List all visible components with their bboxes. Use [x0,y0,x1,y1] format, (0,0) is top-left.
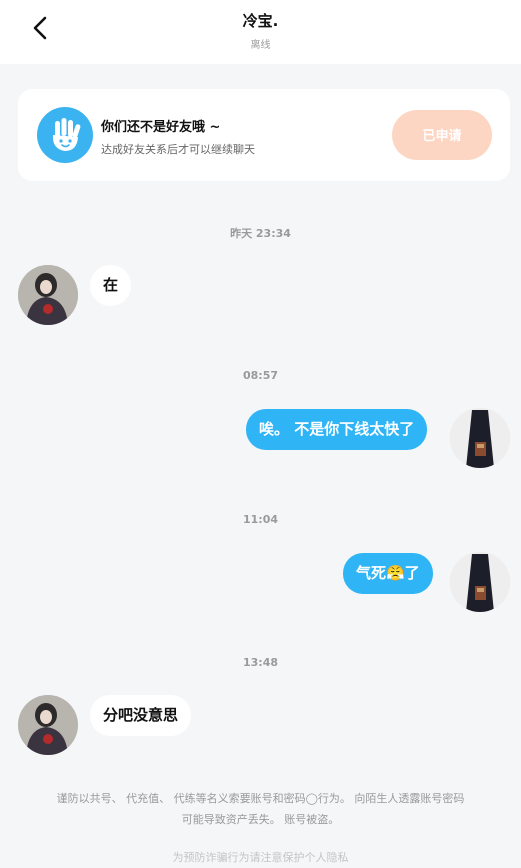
timestamp: 11:04 [242,513,278,526]
chat-title: 冷宝. [242,12,279,30]
timestamp: 13:48 [242,656,278,669]
safety-notice-line: 谨防以共号、 代充值、 代练等名义索要账号和密码◯行为。 向陌生人透露账号密码 [56,792,465,805]
message-bubble-outgoing[interactable]: 唉。 不是你下线太快了 [246,409,428,450]
timestamp: 昨天 23:34 [230,227,291,240]
friend-card-title: 你们还不是好友哦 ~ [101,120,221,135]
friend-request-card: 你们还不是好友哦 ~ 达成好友关系后才可以继续聊天 已申请 [18,89,510,181]
message-bubble-incoming[interactable]: 分吧没意思 [90,695,192,736]
timestamp: 08:57 [242,369,278,382]
contact-avatar-image [18,265,78,325]
safety-notice-line: 可能导致资产丢失。 账号被盗。 [181,813,340,826]
message-bubble-incoming[interactable]: 在 [90,265,132,306]
safety-notice-extra: 为预防诈骗行为请注意保护个人隐私 [172,851,349,864]
hand-wave-icon [37,107,93,163]
avatar[interactable] [18,695,78,755]
message-bubble-outgoing[interactable]: 气死😤了 [343,553,433,594]
online-status: 离线 [250,40,271,51]
my-avatar-image [450,552,510,612]
top-bar: 冷宝. 离线 [0,0,521,64]
friend-card-subtitle: 达成好友关系后才可以继续聊天 [101,143,255,156]
contact-avatar-image [18,695,78,755]
applied-button[interactable]: 已申请 [392,110,492,160]
safety-notice: 谨防以共号、 代充值、 代练等名义索要账号和密码◯行为。 向陌生人透露账号密码 … [30,788,491,830]
my-avatar-image [450,408,510,468]
avatar[interactable] [450,552,510,612]
avatar[interactable] [450,408,510,468]
avatar[interactable] [18,265,78,325]
